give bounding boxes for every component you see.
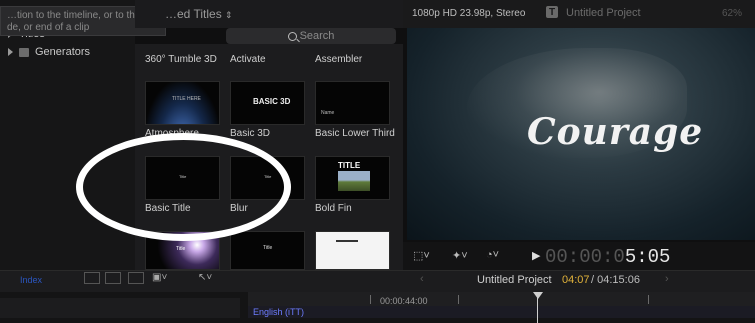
title-item-label[interactable]: Basic Lower Third	[315, 128, 395, 139]
speed-icon[interactable]: ◔˅	[486, 249, 499, 261]
title-thumbnail-row4-3[interactable]	[315, 231, 390, 270]
select-tool-icon[interactable]: ↖˅	[198, 272, 212, 283]
ruler-tick	[648, 295, 649, 304]
layout-dropdown-icon[interactable]: ▣˅	[152, 272, 167, 283]
disclosure-triangle-icon[interactable]	[8, 48, 13, 56]
timeline-total-time: / 04:15:06	[591, 274, 640, 286]
browser-category-dropdown[interactable]: …ed Titles ⇕	[165, 7, 233, 21]
thumb-line	[336, 240, 358, 242]
timecode-dim: 00:00:0	[545, 246, 625, 268]
browser-category-label: …ed Titles	[165, 7, 222, 21]
title-item-label[interactable]: Assembler	[315, 54, 362, 65]
thumb-text: Title	[176, 246, 186, 252]
video-title-text: Courage	[527, 111, 704, 153]
sidebar-item-generators[interactable]: Generators	[8, 46, 90, 58]
timecode-bright: 5:05	[624, 246, 671, 268]
title-thumbnail-basic-3d[interactable]: BASIC 3D	[230, 81, 305, 125]
sidebar	[0, 0, 135, 270]
generators-icon	[19, 47, 29, 57]
title-item-label[interactable]: Bold Fin	[315, 203, 352, 214]
title-item-label[interactable]: Basic 3D	[230, 128, 270, 139]
viewer-format: 1080p HD 23.98p, Stereo	[412, 8, 526, 19]
thumb-text: BASIC 3D	[253, 97, 291, 106]
thumb-text: TITLE	[338, 161, 361, 170]
play-icon[interactable]: ▶	[532, 249, 540, 262]
sidebar-item-label: Generators	[35, 46, 91, 58]
landscape-image	[338, 171, 370, 191]
thumb-text: Title	[263, 245, 273, 251]
timeline-left-panel	[0, 298, 240, 318]
timeline-project-name: Untitled Project	[477, 274, 552, 286]
transform-icon[interactable]: ⬚˅	[413, 249, 430, 262]
thumb-text: Name	[321, 110, 335, 116]
index-button[interactable]: Index	[20, 275, 42, 285]
project-icon: T	[546, 6, 558, 18]
title-thumbnail-bold-fin[interactable]: TITLE	[315, 156, 390, 200]
clip-appearance-icon[interactable]	[84, 272, 100, 284]
clip-appearance-icon[interactable]	[128, 272, 144, 284]
clip-appearance-icon[interactable]	[105, 272, 121, 284]
search-placeholder: Search	[299, 30, 335, 42]
title-thumbnail-row4-2[interactable]: Title	[230, 231, 305, 270]
zoom-level[interactable]: 62%	[722, 8, 742, 19]
title-item-label[interactable]: Activate	[230, 54, 266, 65]
caption-lane-label: English (iTT)	[253, 307, 305, 317]
title-thumbnail-atmosphere[interactable]: TITLE HERE	[145, 81, 220, 125]
caption-lane[interactable]	[248, 306, 755, 318]
forward-arrow-icon[interactable]: ›	[665, 273, 669, 285]
highlight-circle	[76, 133, 291, 241]
timeline-current-time: 04:07	[562, 274, 590, 286]
ruler-tick	[370, 295, 371, 304]
timeline-ruler[interactable]	[248, 292, 755, 307]
thumb-text: TITLE HERE	[172, 96, 201, 102]
ruler-timecode: 00:00:44:00	[380, 296, 428, 306]
title-thumbnail-basic-lower-third[interactable]: Name	[315, 81, 390, 125]
enhance-icon[interactable]: ✦˅	[452, 249, 468, 262]
playhead-handle-icon[interactable]	[533, 292, 543, 299]
search-icon	[287, 31, 297, 41]
search-input[interactable]: Search	[226, 28, 396, 44]
title-item-label[interactable]: 360° Tumble 3D	[145, 54, 217, 65]
viewer-timecode: 00:00:05:05	[545, 246, 670, 268]
back-arrow-icon[interactable]: ‹	[420, 273, 424, 285]
chevron-updown-icon: ⇕	[225, 10, 233, 20]
viewer-project-title: Untitled Project	[566, 7, 641, 19]
ruler-tick	[458, 295, 459, 304]
